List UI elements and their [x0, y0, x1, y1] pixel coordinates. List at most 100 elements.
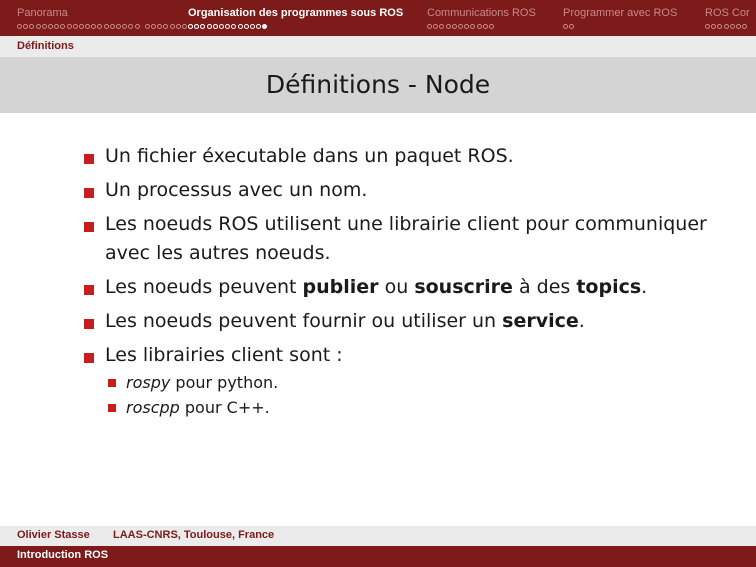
nav-dot[interactable] — [23, 24, 29, 29]
nav-dot[interactable] — [212, 24, 218, 29]
item-text: Les noeuds peuvent fournir ou utiliser u… — [105, 310, 503, 332]
nav-dot[interactable] — [188, 24, 193, 29]
nav-dot[interactable] — [206, 24, 212, 29]
nav-dot[interactable] — [150, 24, 156, 29]
nav-dot[interactable] — [464, 24, 470, 29]
nav-dot[interactable] — [256, 24, 262, 29]
nav-dot[interactable] — [488, 24, 494, 29]
nav-dot-current[interactable] — [262, 24, 268, 29]
nav-dot[interactable] — [433, 24, 439, 29]
list-item: Les noeuds ROS utilisent une librairie c… — [82, 210, 722, 268]
bullet-list: Un fichier éxecutable dans un paquet ROS… — [82, 142, 722, 420]
nav-dot[interactable] — [72, 24, 78, 29]
nav-section-programmer[interactable]: Programmer avec ROS — [563, 0, 677, 34]
nav-dot[interactable] — [60, 24, 66, 29]
nav-dot[interactable] — [47, 24, 53, 29]
nav-dot[interactable] — [144, 24, 150, 29]
nav-dot[interactable] — [97, 24, 103, 29]
nav-dot[interactable] — [35, 24, 41, 29]
item-text: à des — [512, 276, 577, 298]
footer-talk-title: Introduction ROS — [17, 549, 109, 561]
nav-dot[interactable] — [85, 24, 91, 29]
footer-author: Olivier Stasse — [17, 529, 90, 541]
nav-dot[interactable] — [723, 24, 729, 29]
nav-dot[interactable] — [439, 24, 445, 29]
nav-dot[interactable] — [231, 24, 237, 29]
nav-dot[interactable] — [237, 24, 243, 29]
nav-progress-dots[interactable] — [563, 24, 677, 34]
nav-dot[interactable] — [225, 24, 231, 29]
nav-dot[interactable] — [569, 24, 575, 29]
nav-dot[interactable] — [482, 24, 488, 29]
emphasized-term: topics — [576, 276, 642, 298]
item-text: Un fichier éxecutable dans un paquet ROS… — [105, 145, 514, 167]
square-bullet-icon — [84, 188, 94, 198]
nav-dot[interactable] — [427, 24, 432, 29]
nav-dot[interactable] — [103, 24, 109, 29]
item-text: . — [578, 310, 585, 332]
square-bullet-icon — [84, 353, 94, 363]
nav-section-ros-cor[interactable]: ROS Cor — [705, 0, 750, 34]
nav-section-communications[interactable]: Communications ROS — [427, 0, 536, 34]
nav-section-organisation[interactable]: Organisation des programmes sous ROS — [188, 0, 403, 34]
nav-section-label: Communications ROS — [427, 7, 536, 19]
item-text: Les librairies client sont : — [105, 344, 343, 366]
nav-dot[interactable] — [200, 24, 206, 29]
frame-title-bar: Définitions - Node — [0, 57, 756, 113]
square-bullet-icon — [84, 285, 94, 295]
subsection-title[interactable]: Définitions — [17, 40, 74, 52]
square-bullet-icon — [108, 404, 116, 412]
nav-section-label: Programmer avec ROS — [563, 7, 678, 19]
nav-dot[interactable] — [243, 24, 249, 29]
nav-dot[interactable] — [563, 24, 568, 29]
nav-dot[interactable] — [470, 24, 476, 29]
nav-dot[interactable] — [711, 24, 717, 29]
sub-bullet-list: rospy pour python. roscpp pour C++. — [105, 370, 722, 420]
nav-dot[interactable] — [128, 24, 134, 29]
sub-list-item: roscpp pour C++. — [105, 395, 722, 420]
nav-dot[interactable] — [17, 24, 22, 29]
nav-dot[interactable] — [705, 24, 710, 29]
nav-dot[interactable] — [66, 24, 72, 29]
nav-dot[interactable] — [91, 24, 97, 29]
nav-dot[interactable] — [122, 24, 128, 29]
nav-dot[interactable] — [175, 24, 181, 29]
nav-dot[interactable] — [249, 24, 255, 29]
subsection-bar: Définitions — [0, 36, 756, 57]
nav-dot[interactable] — [451, 24, 457, 29]
nav-dot[interactable] — [717, 24, 723, 29]
nav-dot[interactable] — [218, 24, 224, 29]
slide-title: Définitions - Node — [265, 70, 491, 99]
item-text: ou — [378, 276, 415, 298]
nav-dot[interactable] — [742, 24, 748, 29]
section-navigation-bar: Panorama Organisation des programmes sou… — [0, 0, 756, 36]
nav-dot[interactable] — [194, 24, 200, 29]
nav-dot[interactable] — [181, 24, 187, 29]
footer-affiliation: LAAS-CNRS, Toulouse, France — [113, 529, 275, 541]
nav-dot[interactable] — [445, 24, 451, 29]
item-text: pour C++. — [179, 398, 270, 417]
nav-dot[interactable] — [157, 24, 163, 29]
nav-dot[interactable] — [457, 24, 463, 29]
nav-dot[interactable] — [729, 24, 735, 29]
nav-dot[interactable] — [78, 24, 84, 29]
item-text: Les noeuds ROS utilisent une librairie c… — [105, 213, 707, 264]
item-text: Les noeuds peuvent — [105, 276, 303, 298]
nav-dot[interactable] — [29, 24, 35, 29]
nav-progress-dots[interactable] — [705, 24, 750, 34]
nav-progress-dots[interactable] — [427, 24, 536, 34]
nav-dot[interactable] — [41, 24, 47, 29]
list-item: Les noeuds peuvent fournir ou utiliser u… — [82, 307, 722, 336]
square-bullet-icon — [84, 319, 94, 329]
nav-dot[interactable] — [116, 24, 121, 29]
nav-dot[interactable] — [163, 24, 169, 29]
nav-dot[interactable] — [476, 24, 482, 29]
nav-section-label: ROS Cor — [705, 7, 750, 19]
nav-dot[interactable] — [169, 24, 175, 29]
nav-progress-dots[interactable] — [188, 24, 403, 34]
list-item: Les librairies client sont : rospy pour p… — [82, 341, 722, 420]
nav-dot[interactable] — [109, 24, 115, 29]
nav-dot[interactable] — [54, 24, 60, 29]
nav-dot[interactable] — [134, 24, 140, 29]
nav-dot[interactable] — [735, 24, 741, 29]
